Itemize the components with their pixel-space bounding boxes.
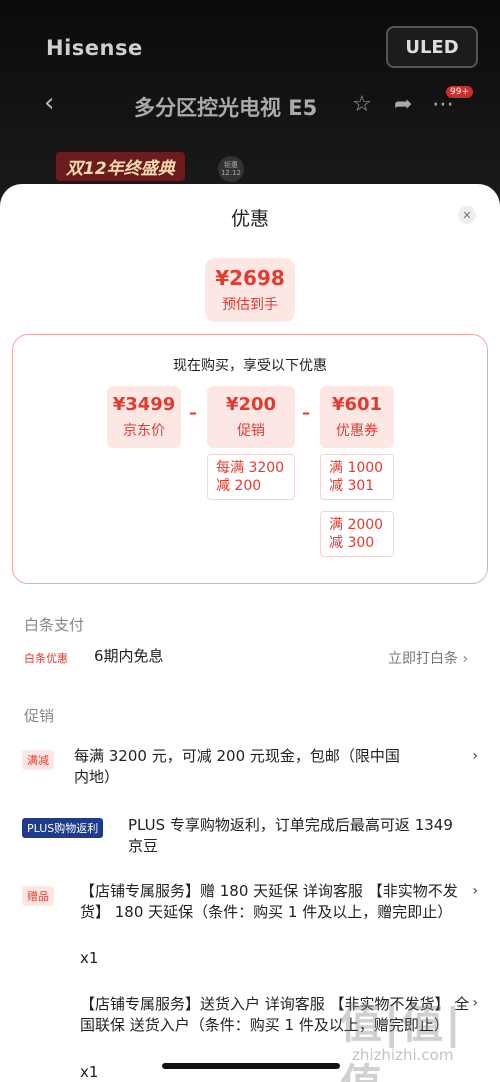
brand-logo: Hisense	[46, 36, 143, 60]
watermark-logo: 值|值|值	[340, 999, 463, 1082]
jd-price-label: 京东价	[123, 423, 165, 439]
close-icon[interactable]: ✕	[458, 206, 476, 224]
coupon-rule: 满 2000 减 300	[320, 511, 394, 557]
back-icon[interactable]: ‹	[44, 88, 54, 118]
final-price-box: ¥2698 预估到手	[205, 258, 295, 322]
promo-box: ¥200 促销	[207, 386, 295, 448]
promo-row-manjian[interactable]: 每满 3200 元，可减 200 元现金，包邮（限中国内地）	[74, 746, 404, 788]
promo-row-gift-1[interactable]: 【店铺专属服务】赠 180 天延保 详询客服 【非实物不发货】 180 天延保（…	[80, 881, 472, 923]
gift-2-quantity: x1	[80, 1063, 99, 1081]
uled-logo: ULED	[386, 26, 478, 68]
sheet-title: 优惠	[230, 208, 269, 230]
minus-sign: –	[302, 403, 310, 422]
promo-tag-plus: PLUS购物返利	[22, 818, 104, 838]
coupon-label: 优惠券	[336, 423, 378, 439]
watermark-url: zhizhizhi.com	[352, 1046, 454, 1064]
promo-banner: 双12年终盛典	[56, 152, 185, 181]
promotions-section-label: 促销	[24, 707, 55, 725]
coupon-amount: ¥601	[331, 394, 383, 415]
baitiao-link[interactable]: 立即打白条 ›	[388, 648, 468, 668]
gift-1-quantity: x1	[80, 949, 99, 967]
baitiao-tag: 白条优惠	[24, 652, 68, 665]
chevron-right-icon[interactable]: ›	[472, 883, 478, 899]
product-page-background: Hisense ULED ‹ 多分区控光电视 E5 ☆ ➦ ⋯ 99+ 双12年…	[0, 0, 500, 200]
discount-sheet: 优惠 ✕ ¥2698 预估到手 现在购买，享受以下优惠 ¥3499 京东价 – …	[0, 184, 500, 1082]
promo-label: 促销	[237, 423, 265, 439]
minus-sign: –	[189, 403, 197, 422]
breakdown-heading: 现在购买，享受以下优惠	[173, 358, 327, 374]
coupon-rule: 满 1000 减 301	[320, 454, 394, 500]
coupon-box: ¥601 优惠券	[320, 386, 394, 448]
home-indicator[interactable]	[162, 1063, 340, 1069]
chevron-right-icon[interactable]: ›	[472, 748, 478, 764]
baitiao-text: 6期内免息	[94, 647, 164, 665]
final-price-amount: ¥2698	[215, 266, 285, 290]
final-price-label: 预估到手	[222, 297, 278, 313]
jd-price-box: ¥3499 京东价	[107, 386, 181, 448]
price-breakdown: 现在购买，享受以下优惠 ¥3499 京东价 – ¥200 促销 – ¥601 优…	[12, 334, 488, 584]
promo-tag-manjian: 满减	[22, 750, 54, 770]
promo-rule: 每满 3200 减 200	[207, 454, 295, 500]
share-icon[interactable]: ➦	[394, 92, 412, 117]
promo-row-plus[interactable]: PLUS 专享购物返利，订单完成后最高可返 1349 京豆	[128, 815, 458, 857]
promo-amount: ¥200	[225, 394, 277, 415]
promo-date-badge: 钜惠 12.12	[218, 156, 244, 182]
baitiao-section-label: 白条支付	[24, 616, 85, 634]
notification-badge: 99+	[446, 86, 473, 98]
jd-price-amount: ¥3499	[112, 394, 176, 415]
page-title: 多分区控光电视 E5	[134, 96, 318, 120]
promo-tag-gift: 赠品	[22, 886, 54, 906]
star-icon[interactable]: ☆	[352, 92, 372, 117]
